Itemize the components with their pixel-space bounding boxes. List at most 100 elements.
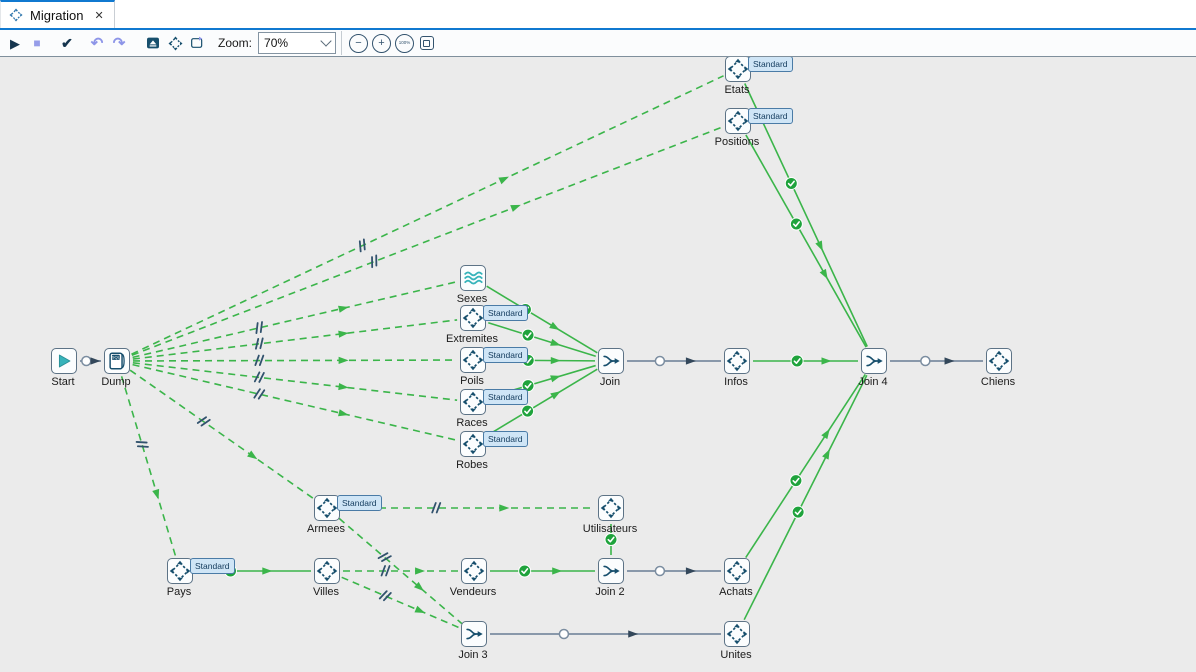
node-badge[interactable]: Standard (483, 431, 528, 447)
play-icon: ▶ (10, 37, 20, 50)
node-poils[interactable]: StandardPoils (460, 347, 486, 373)
table-icon (726, 623, 748, 645)
toolbar-separator (341, 31, 342, 55)
node-achats[interactable]: Achats (724, 558, 750, 584)
node-races[interactable]: StandardRaces (460, 389, 486, 415)
node-badge[interactable]: Standard (483, 347, 528, 363)
edge-vendeurs-join2[interactable] (490, 565, 595, 577)
chevron-down-icon (320, 35, 331, 46)
fit-icon (420, 36, 434, 50)
edge-join2-achats[interactable] (627, 567, 721, 576)
node-utilisateurs[interactable]: Utilisateurs (598, 495, 624, 521)
node-badge[interactable]: Standard (190, 558, 235, 574)
node-badge[interactable]: Standard (748, 56, 793, 72)
edge-dump-poils[interactable] (133, 356, 457, 366)
node-robes[interactable]: StandardRobes (460, 431, 486, 457)
edge-positions-join4[interactable] (746, 135, 866, 347)
table-icon (462, 433, 484, 455)
node-villes[interactable]: Villes (314, 558, 340, 584)
edge-infos-join4[interactable] (753, 355, 858, 367)
edge-join3-unites[interactable] (490, 630, 721, 639)
edge-dump-armees[interactable] (130, 370, 314, 499)
tab-migration[interactable]: Migration ✕ (0, 0, 115, 28)
toolbar: ▶ ■ ✔ ↶ ↷ (0, 30, 1196, 56)
edge-villes-vendeurs[interactable] (343, 566, 458, 576)
zoom-out-button[interactable]: − (349, 34, 368, 53)
stop-icon: ■ (33, 37, 40, 49)
edge-dump-robes[interactable] (133, 365, 458, 441)
play-icon (53, 350, 75, 372)
table-icon (463, 560, 485, 582)
edge-unites-join4[interactable] (744, 375, 867, 619)
node-vendeurs[interactable]: Vendeurs (461, 558, 487, 584)
node-armees[interactable]: StandardArmees (314, 495, 340, 521)
node-join2[interactable]: Join 2 (598, 558, 624, 584)
edge-dump-races[interactable] (133, 363, 457, 400)
edge-join4-chiens[interactable] (890, 357, 983, 366)
table-icon (316, 560, 338, 582)
node-join[interactable]: Join (598, 348, 624, 374)
node-start[interactable]: Start (51, 348, 77, 374)
table-icon (169, 560, 191, 582)
edge-dump-etats[interactable] (131, 76, 723, 354)
node-positions[interactable]: StandardPositions (725, 108, 751, 134)
zoom-dropdown[interactable]: 70% (258, 32, 336, 54)
export-image-button[interactable] (142, 32, 164, 54)
join-icon (863, 350, 885, 372)
table-icon (726, 560, 748, 582)
diagram-canvas[interactable]: Start SQLDump StandardEtats StandardPosi… (0, 56, 1196, 672)
refresh-layout-button[interactable] (186, 32, 208, 54)
node-unites[interactable]: Unites (724, 621, 750, 647)
image-icon (145, 35, 161, 51)
node-badge[interactable]: Standard (483, 389, 528, 405)
table-icon (462, 307, 484, 329)
edge-dump-extremites[interactable] (133, 320, 457, 359)
diagram-diamond-icon (9, 8, 23, 22)
check-icon: ✔ (61, 36, 73, 50)
join-icon (600, 350, 622, 372)
table-icon (988, 350, 1010, 372)
node-badge[interactable]: Standard (748, 108, 793, 124)
node-etats[interactable]: StandardEtats (725, 56, 751, 82)
edge-achats-join4[interactable] (746, 374, 866, 557)
tab-close-icon[interactable]: ✕ (94, 9, 103, 22)
edge-utilisateurs-join2[interactable] (605, 524, 617, 555)
diamond-icon (168, 36, 183, 51)
edge-villes-join3[interactable] (342, 577, 460, 627)
zoom-100-button[interactable]: 100% (395, 34, 414, 53)
node-pays[interactable]: StandardPays (167, 558, 193, 584)
stop-button[interactable]: ■ (26, 32, 48, 54)
join-icon (600, 560, 622, 582)
zoom-label: Zoom: (218, 36, 252, 50)
app-window: Migration ✕ ▶ ■ ✔ ↶ ↷ (0, 0, 1196, 672)
redo-button[interactable]: ↷ (108, 32, 130, 54)
waves-icon (462, 267, 484, 289)
edge-dump-pays[interactable] (122, 376, 176, 555)
node-extremites[interactable]: StandardExtremites (460, 305, 486, 331)
node-dump[interactable]: SQLDump (104, 348, 130, 374)
node-join4[interactable]: Join 4 (861, 348, 887, 374)
node-badge[interactable]: Standard (483, 305, 528, 321)
diagram-button[interactable] (164, 32, 186, 54)
zoom-fit-button[interactable] (418, 35, 435, 52)
node-sexes[interactable]: Sexes (460, 265, 486, 291)
table-icon (726, 350, 748, 372)
zoom-value: 70% (264, 36, 288, 50)
node-join3[interactable]: Join 3 (461, 621, 487, 647)
sql-script-icon: SQL (106, 350, 128, 372)
edge-dump-positions[interactable] (132, 127, 723, 355)
run-button[interactable]: ▶ (4, 32, 26, 54)
node-badge[interactable]: Standard (337, 495, 382, 511)
join-icon (463, 623, 485, 645)
edge-start-dump[interactable] (80, 357, 101, 366)
node-chiens[interactable]: Chiens (986, 348, 1012, 374)
validate-button[interactable]: ✔ (56, 32, 78, 54)
table-icon (600, 497, 622, 519)
node-infos[interactable]: Infos (724, 348, 750, 374)
tab-title: Migration (30, 8, 83, 23)
edge-join-infos[interactable] (627, 357, 721, 366)
table-icon (462, 349, 484, 371)
zoom-in-button[interactable]: + (372, 34, 391, 53)
undo-button[interactable]: ↶ (86, 32, 108, 54)
tab-bar: Migration ✕ (0, 0, 1196, 30)
